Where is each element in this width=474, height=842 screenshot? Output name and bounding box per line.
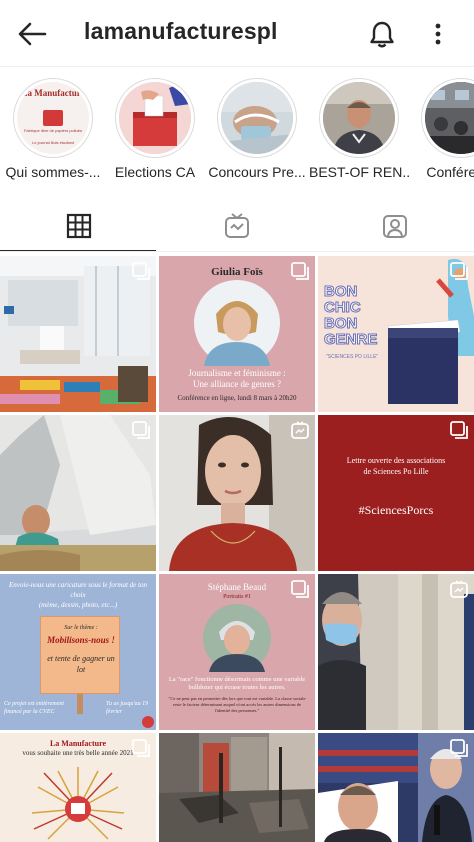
- highlight-label: Qui sommes-...: [5, 164, 101, 180]
- carousel-icon: [132, 262, 150, 280]
- tabs-divider: [0, 251, 474, 252]
- highlight-qui-sommes-nous[interactable]: La Manufacture Fabrique libre de papiers…: [3, 78, 103, 180]
- post-12[interactable]: [318, 733, 474, 842]
- post-8[interactable]: Stéphane Beaud Portraits #1 La "race" fo…: [159, 574, 315, 730]
- ballot-box-icon: [119, 82, 191, 154]
- carousel-icon: [450, 739, 468, 757]
- sign-stick: [77, 694, 83, 714]
- post-quote: La "race" fonctionne désormais comme une…: [168, 676, 306, 691]
- tab-tagged[interactable]: [316, 200, 474, 252]
- post-theme: Mobilisons-nous !: [47, 635, 115, 645]
- cover-logo-shape: [43, 110, 63, 126]
- firework-illustration: [31, 767, 125, 840]
- profile-header: lamanufacturespl: [0, 0, 474, 66]
- post-3[interactable]: BON CHIC BON GENRE "SCIENCES PO LILLE": [318, 256, 474, 412]
- header-divider: [0, 66, 474, 67]
- more-vertical-icon[interactable]: [424, 16, 452, 52]
- igtv-badge-icon: [450, 580, 468, 598]
- post-image-destruction: [159, 733, 315, 842]
- cover-tagline: Fabrique libre de papiers pollués: [23, 128, 83, 133]
- speaker-portrait: [203, 604, 271, 672]
- post-10[interactable]: La Manufacture vous souhaite une très be…: [0, 733, 156, 842]
- post-prize: et tente de gagner un lot: [47, 654, 115, 674]
- profile-tabs: [0, 200, 474, 252]
- post-subtitle: Conférence en ligne, lundi 8 mars à 20h2…: [177, 394, 297, 402]
- carousel-icon: [450, 421, 468, 439]
- brand-logo-mark: [142, 716, 154, 728]
- conference-cover-image: [425, 82, 474, 154]
- post-5[interactable]: [159, 415, 315, 571]
- highlight-label: Concours Pre...: [208, 164, 306, 180]
- carousel-icon: [291, 262, 309, 280]
- highlight-cover: [425, 82, 474, 154]
- highlight-concours[interactable]: Concours Pre...: [207, 78, 307, 180]
- speaker-portrait: [194, 280, 280, 366]
- tagged-user-icon: [383, 215, 407, 238]
- highlight-label: BEST-OF REN...: [309, 164, 409, 180]
- post-11[interactable]: [159, 733, 315, 842]
- grid-icon: [66, 213, 92, 239]
- tab-grid[interactable]: [0, 200, 158, 252]
- carousel-icon: [291, 580, 309, 598]
- post-9[interactable]: [318, 574, 474, 730]
- igtv-icon: [225, 213, 249, 238]
- posts-grid: Giulia Foïs Journalisme et féminisme : U…: [0, 256, 474, 842]
- highlight-cover: La Manufacture Fabrique libre de papiers…: [17, 82, 89, 154]
- post-2[interactable]: Giulia Foïs Journalisme et féminisme : U…: [159, 256, 315, 412]
- post-6[interactable]: Lettre ouverte des associations de Scien…: [318, 415, 474, 571]
- post-theme-label: Sur le thème :: [64, 625, 98, 631]
- post-theme-card: Sur le thème : Mobilisons-nous ! et tent…: [40, 616, 120, 694]
- carousel-icon: [450, 262, 468, 280]
- post-letter-heading: Lettre ouverte des associations de Scien…: [346, 456, 446, 476]
- highlight-cover: [119, 82, 191, 154]
- highlight-label: Elections CA: [114, 164, 196, 180]
- highlight-cover: [221, 82, 293, 154]
- highlight-conferences[interactable]: Conféren...: [411, 78, 474, 180]
- highlight-best-of[interactable]: BEST-OF REN...: [309, 78, 409, 180]
- arrow-left-icon[interactable]: [14, 16, 50, 52]
- carousel-icon: [132, 739, 150, 757]
- post-quote-detail: "Ce ne peut pas en permettre dès lors qu…: [168, 696, 306, 713]
- post-title: Journalisme et féminisme : Une alliance …: [188, 368, 286, 389]
- post-funding-note: Ce projet est entièrement financé par la…: [4, 701, 65, 715]
- post-4[interactable]: [0, 415, 156, 571]
- post-7[interactable]: Envoie-nous une caricature sous le forma…: [0, 574, 156, 730]
- highlight-cover: [323, 82, 395, 154]
- tab-igtv[interactable]: [158, 200, 316, 252]
- igtv-badge-icon: [291, 421, 309, 439]
- cover-brand: La Manufacture: [21, 88, 85, 98]
- post-deadline-note: Tu as jusqu'au 19 février: [106, 701, 149, 715]
- concours-cover-image: [221, 82, 293, 154]
- post-1[interactable]: [0, 256, 156, 412]
- cover-footer: Le journal lilois étudiant: [32, 140, 74, 145]
- post-hashtag: #SciencesPorcs: [358, 503, 434, 517]
- highlight-label: Conféren...: [426, 164, 474, 180]
- post-caricature-intro: Envoie-nous une caricature sous le forma…: [9, 581, 147, 609]
- profile-username: lamanufacturespl: [84, 18, 278, 44]
- bell-icon[interactable]: [364, 16, 400, 52]
- highlight-elections-ca[interactable]: Elections CA: [105, 78, 205, 180]
- post-small-text: "SCIENCES PO LILLE": [326, 354, 379, 360]
- carousel-icon: [132, 421, 150, 439]
- best-of-cover-image: [323, 82, 395, 154]
- story-highlights: La Manufacture Fabrique libre de papiers…: [0, 72, 474, 192]
